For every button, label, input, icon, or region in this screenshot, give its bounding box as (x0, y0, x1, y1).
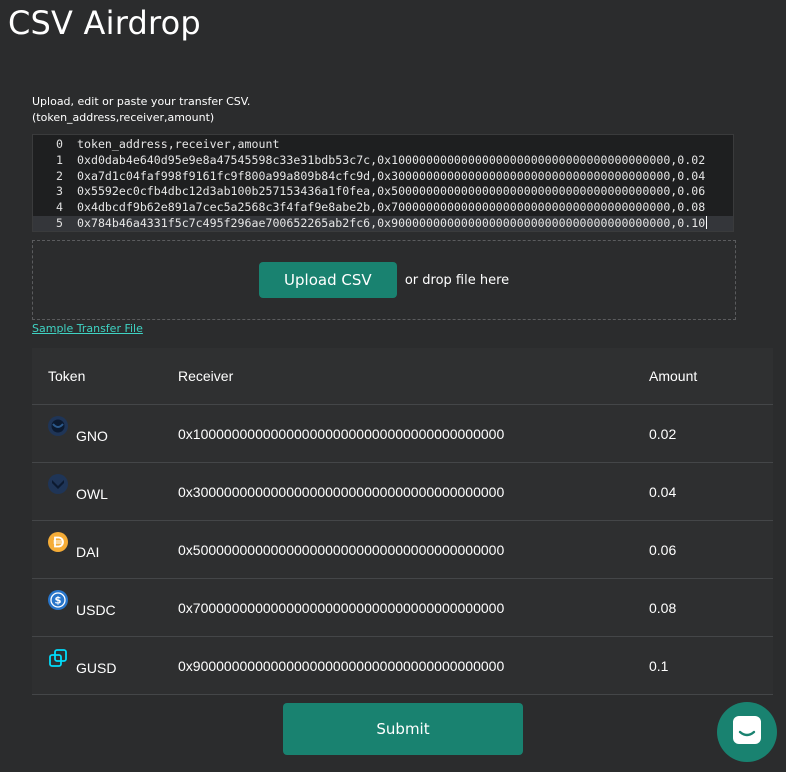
line-number: 3 (56, 184, 63, 199)
line-text: 0xd0dab4e640d95e9e8a47545598c33e31bdb53c… (77, 152, 706, 167)
text-cursor (706, 215, 708, 229)
line-text-content: 0x784b46a4331f5c7c495f296ae700652265ab2f… (77, 215, 706, 230)
line-text: 0x4dbcdf9b62e891a7cec5a2568c3f4faf9e8abe… (77, 200, 706, 215)
token-cell: GNO (32, 415, 178, 444)
table-row: GNO 0x1000000000000000000000000000000000… (32, 405, 773, 463)
page-title: CSV Airdrop (8, 4, 201, 42)
line-text: 0x784b46a4331f5c7c495f296ae700652265ab2f… (73, 215, 708, 231)
line-number: 5 (56, 215, 63, 230)
token-symbol: GNO (76, 427, 108, 444)
line-text: 0x5592ec0cfb4dbc12d3ab100b257153436a1f0f… (77, 184, 706, 199)
instructions: Upload, edit or paste your transfer CSV.… (32, 94, 250, 126)
table-row: OWL 0x3000000000000000000000000000000000… (32, 463, 773, 521)
token-cell: $ USDC (32, 589, 178, 618)
editor-line: 3 0x5592ec0cfb4dbc12d3ab100b257153436a1f… (33, 184, 733, 200)
amount-cell: 0.06 (649, 541, 677, 558)
line-text: token_address,receiver,amount (77, 137, 280, 151)
line-number: 4 (56, 200, 63, 215)
line-number: 2 (56, 168, 63, 183)
drop-hint: or drop file here (404, 272, 510, 288)
amount-cell: 0.02 (649, 425, 677, 442)
receiver-cell: 0x10000000000000000000000000000000000000… (178, 425, 505, 442)
receiver-cell: 0x50000000000000000000000000000000000000… (178, 541, 505, 558)
header-amount: Amount (649, 368, 698, 384)
csv-editor[interactable]: 0 token_address,receiver,amount 1 0xd0da… (32, 134, 734, 232)
editor-line-active: 5 0x784b46a4331f5c7c495f296ae700652265ab… (33, 215, 733, 231)
dai-token-icon (48, 531, 68, 552)
gusd-token-icon (48, 648, 68, 668)
gno-token-icon (48, 415, 68, 436)
chat-icon (732, 715, 762, 750)
amount-cell: 0.08 (649, 599, 677, 616)
receiver-cell: 0x70000000000000000000000000000000000000… (178, 599, 505, 616)
editor-line: 4 0x4dbcdf9b62e891a7cec5a2568c3f4faf9e8a… (33, 200, 733, 216)
token-symbol: USDC (76, 601, 116, 618)
token-symbol: OWL (76, 485, 108, 502)
submit-button[interactable]: Submit (283, 703, 523, 755)
usdc-token-icon: $ (48, 589, 68, 610)
receiver-cell: 0x30000000000000000000000000000000000000… (178, 483, 505, 500)
token-cell: DAI (32, 531, 178, 560)
table-row: DAI 0x5000000000000000000000000000000000… (32, 521, 773, 579)
header-token: Token (48, 368, 86, 384)
receiver-cell: 0x90000000000000000000000000000000000000… (178, 657, 505, 674)
svg-text:$: $ (55, 595, 62, 606)
line-number: 0 (56, 137, 63, 151)
upload-csv-button[interactable]: Upload CSV (258, 262, 397, 298)
header-receiver: Receiver (178, 368, 234, 384)
editor-line: 2 0xa7d1c04faf998f9161fc9f800a99a809b84c… (33, 169, 733, 185)
line-text: 0xa7d1c04faf998f9161fc9f800a99a809b84cfc… (77, 168, 706, 183)
editor-line: 1 0xd0dab4e640d95e9e8a47545598c33e31bdb5… (33, 153, 733, 169)
token-symbol: DAI (76, 543, 100, 560)
table-header: Token Receiver Amount (32, 348, 773, 405)
owl-token-icon (48, 473, 68, 494)
table-row: GUSD 0x900000000000000000000000000000000… (32, 637, 773, 695)
amount-cell: 0.1 (649, 657, 669, 674)
token-symbol: GUSD (76, 659, 117, 676)
table-row: $ USDC 0x7000000000000000000000000000000… (32, 579, 773, 637)
instructions-format: (token_address,receiver,amount) (32, 111, 215, 124)
file-dropzone[interactable]: Upload CSV or drop file here (32, 240, 736, 320)
chat-support-button[interactable] (717, 702, 777, 762)
instructions-text: Upload, edit or paste your transfer CSV. (32, 95, 251, 108)
editor-line: 0 token_address,receiver,amount (33, 137, 733, 153)
token-cell: OWL (32, 473, 178, 502)
amount-cell: 0.04 (649, 483, 677, 500)
transfer-table: Token Receiver Amount GNO 0x100000000000… (32, 348, 773, 695)
line-number: 1 (56, 152, 63, 167)
token-cell: GUSD (32, 648, 178, 676)
sample-transfer-file-link[interactable]: Sample Transfer File (32, 322, 143, 335)
